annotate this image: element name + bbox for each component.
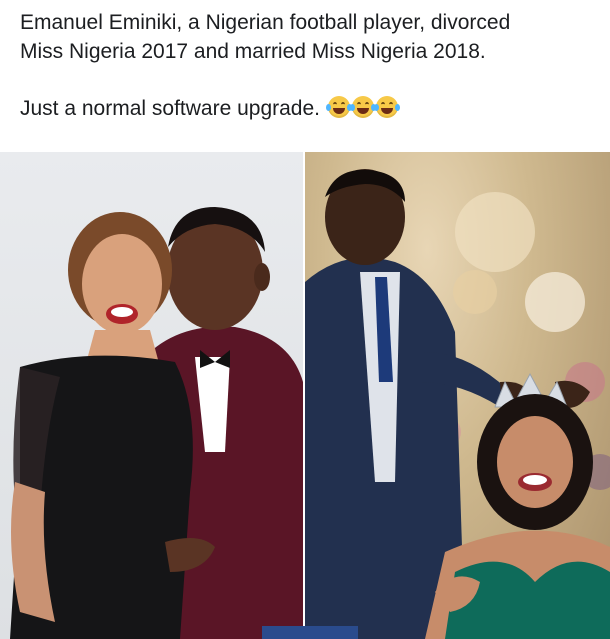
post-line-3-text: Just a normal software upgrade. (20, 97, 320, 120)
watermark-badge (262, 626, 358, 639)
post-text: Emanuel Eminiki, a Nigerian football pla… (20, 8, 600, 123)
couple-embrace-photo (0, 152, 303, 639)
crowning-photo (305, 152, 610, 639)
face-with-tears-of-joy-icon (373, 96, 400, 118)
post-line-3: Just a normal software upgrade. (20, 94, 600, 123)
post-line-1: Emanuel Eminiki, a Nigerian football pla… (20, 11, 511, 34)
face-with-tears-of-joy-icon (349, 96, 376, 118)
face-with-tears-of-joy-icon (325, 96, 352, 118)
post-line-2: Miss Nigeria 2017 and married Miss Niger… (20, 40, 486, 63)
